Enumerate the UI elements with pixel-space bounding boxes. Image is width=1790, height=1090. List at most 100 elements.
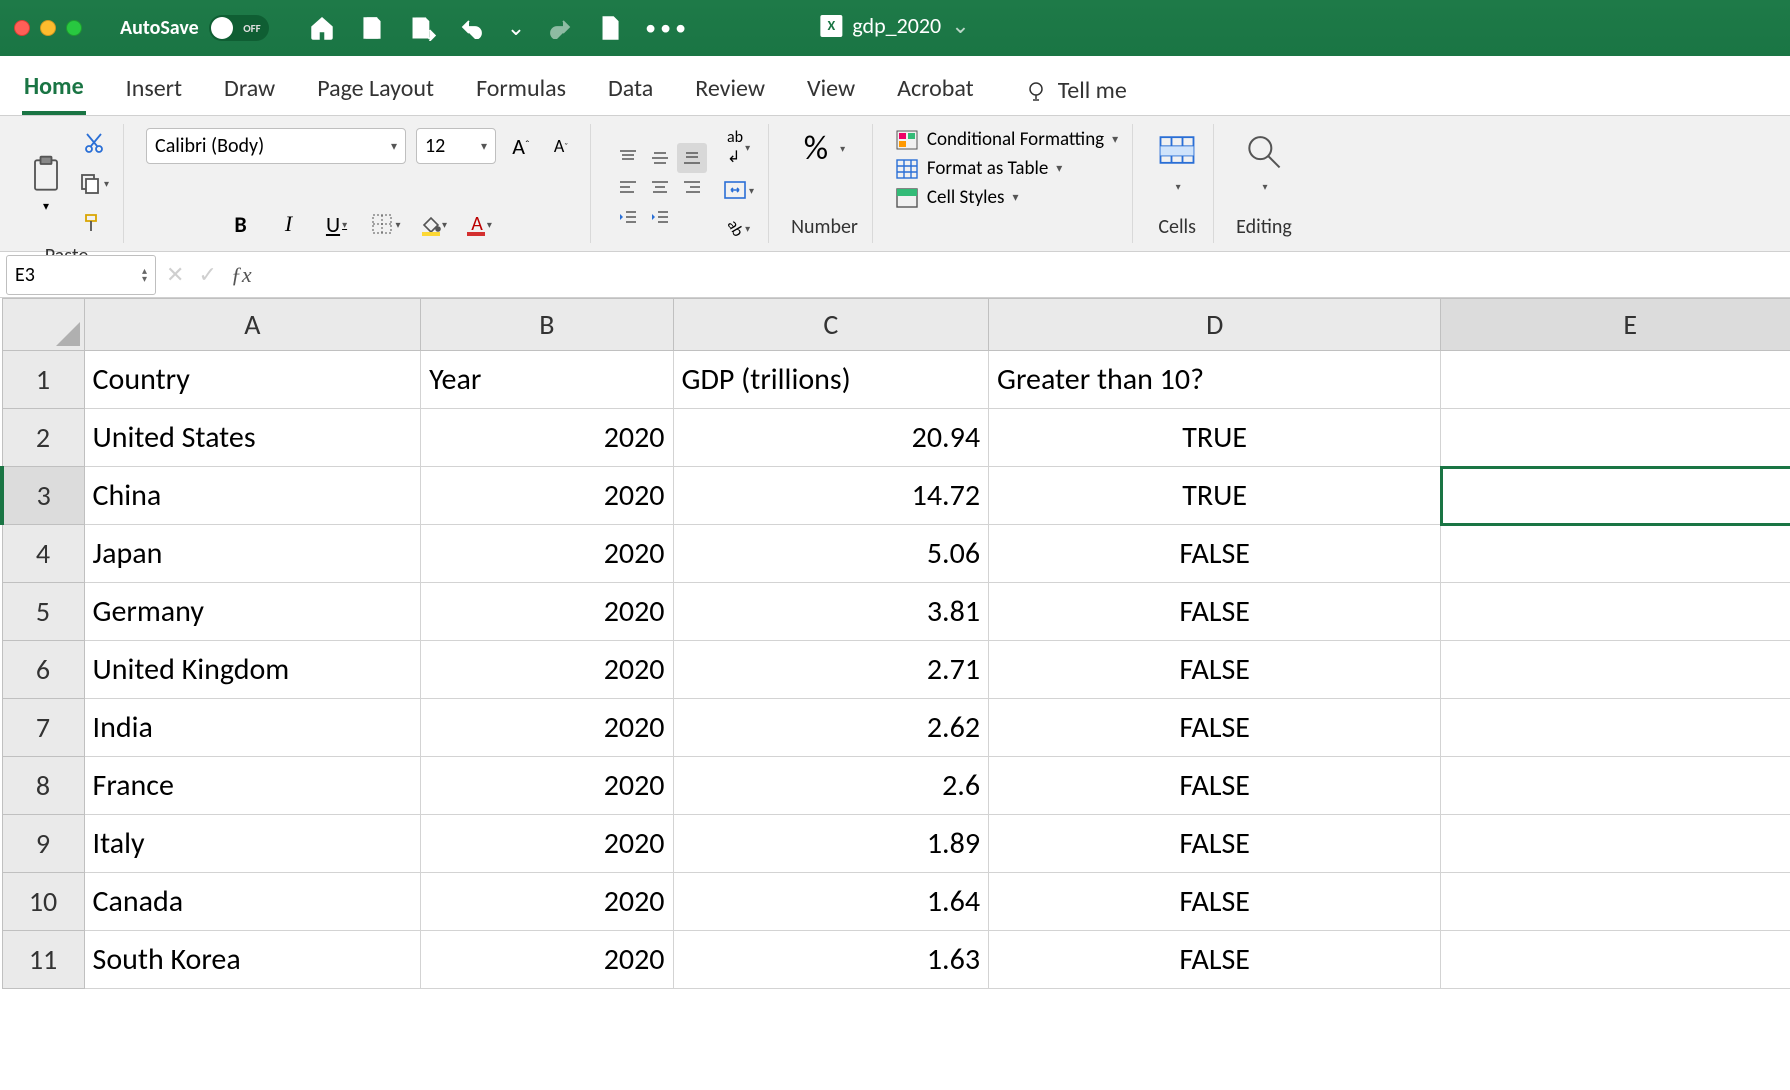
decrease-indent-icon[interactable] bbox=[613, 203, 643, 233]
cell-A3[interactable]: China bbox=[84, 467, 421, 525]
orientation-button[interactable]: ab▾ bbox=[723, 213, 754, 243]
cells-dropdown-icon[interactable]: ▾ bbox=[1176, 180, 1181, 193]
wrap-text-button[interactable]: ab↲▾ bbox=[723, 128, 754, 167]
bold-button[interactable]: B bbox=[226, 209, 256, 239]
worksheet-grid[interactable]: A B C D E 1 Country Year GDP (trillions)… bbox=[0, 298, 1790, 1090]
borders-button[interactable]: ▾ bbox=[370, 209, 401, 239]
formula-enter-icon[interactable]: ✓ bbox=[198, 261, 216, 288]
cell-E5[interactable] bbox=[1441, 583, 1790, 641]
tell-me-search[interactable]: Tell me bbox=[1024, 76, 1127, 105]
cell-C3[interactable]: 14.72 bbox=[673, 467, 989, 525]
tab-draw[interactable]: Draw bbox=[222, 68, 277, 113]
cell-D2[interactable]: TRUE bbox=[989, 409, 1441, 467]
editing-find-button[interactable] bbox=[1242, 128, 1286, 172]
cell-A4[interactable]: Japan bbox=[84, 525, 421, 583]
cell-E6[interactable] bbox=[1441, 641, 1790, 699]
align-middle-icon[interactable] bbox=[645, 143, 675, 173]
tab-insert[interactable]: Insert bbox=[124, 68, 184, 113]
redo-icon[interactable] bbox=[545, 13, 575, 43]
cell-B2[interactable]: 2020 bbox=[421, 409, 673, 467]
column-header-C[interactable]: C bbox=[673, 299, 989, 351]
cell-D7[interactable]: FALSE bbox=[989, 699, 1441, 757]
align-right-icon[interactable] bbox=[677, 173, 707, 203]
column-header-E[interactable]: E bbox=[1441, 299, 1790, 351]
cell-E9[interactable] bbox=[1441, 815, 1790, 873]
name-box[interactable]: E3 ▴▾ bbox=[6, 255, 156, 295]
tab-acrobat[interactable]: Acrobat bbox=[895, 68, 976, 113]
cell-E7[interactable] bbox=[1441, 699, 1790, 757]
formula-input[interactable] bbox=[252, 255, 1790, 295]
percent-style-button[interactable]: % bbox=[804, 128, 828, 169]
cell-E11[interactable] bbox=[1441, 931, 1790, 989]
font-name-selector[interactable]: Calibri (Body) ▾ bbox=[146, 128, 406, 164]
format-as-table-button[interactable]: Format as Table ▾ bbox=[895, 157, 1118, 180]
cut-icon[interactable] bbox=[78, 128, 109, 158]
align-top-icon[interactable] bbox=[613, 143, 643, 173]
cell-B9[interactable]: 2020 bbox=[421, 815, 673, 873]
cell-A2[interactable]: United States bbox=[84, 409, 421, 467]
cell-C11[interactable]: 1.63 bbox=[673, 931, 989, 989]
align-bottom-icon[interactable] bbox=[677, 143, 707, 173]
cell-D9[interactable]: FALSE bbox=[989, 815, 1441, 873]
cells-insert-button[interactable] bbox=[1155, 128, 1199, 172]
row-header-10[interactable]: 10 bbox=[2, 873, 84, 931]
row-header-5[interactable]: 5 bbox=[2, 583, 84, 641]
cell-B6[interactable]: 2020 bbox=[421, 641, 673, 699]
cell-B1[interactable]: Year bbox=[421, 351, 673, 409]
cell-D11[interactable]: FALSE bbox=[989, 931, 1441, 989]
row-header-6[interactable]: 6 bbox=[2, 641, 84, 699]
underline-button[interactable]: U▾ bbox=[322, 209, 352, 239]
row-header-8[interactable]: 8 bbox=[2, 757, 84, 815]
cell-E8[interactable] bbox=[1441, 757, 1790, 815]
cell-A6[interactable]: United Kingdom bbox=[84, 641, 421, 699]
conditional-formatting-button[interactable]: Conditional Formatting ▾ bbox=[895, 128, 1118, 151]
increase-indent-icon[interactable] bbox=[645, 203, 675, 233]
cell-A5[interactable]: Germany bbox=[84, 583, 421, 641]
cell-D1[interactable]: Greater than 10? bbox=[989, 351, 1441, 409]
cell-A7[interactable]: India bbox=[84, 699, 421, 757]
cell-C8[interactable]: 2.6 bbox=[673, 757, 989, 815]
cell-E10[interactable] bbox=[1441, 873, 1790, 931]
cell-C9[interactable]: 1.89 bbox=[673, 815, 989, 873]
column-header-B[interactable]: B bbox=[421, 299, 673, 351]
cell-B5[interactable]: 2020 bbox=[421, 583, 673, 641]
font-size-selector[interactable]: 12 ▾ bbox=[416, 128, 496, 164]
row-header-4[interactable]: 4 bbox=[2, 525, 84, 583]
tab-formulas[interactable]: Formulas bbox=[474, 68, 568, 113]
cell-C1[interactable]: GDP (trillions) bbox=[673, 351, 989, 409]
copy-icon[interactable]: ▾ bbox=[78, 168, 109, 198]
new-file-icon[interactable] bbox=[595, 13, 625, 43]
cell-E1[interactable] bbox=[1441, 351, 1790, 409]
more-commands-icon[interactable]: ••• bbox=[645, 17, 690, 39]
cell-E3[interactable] bbox=[1441, 467, 1790, 525]
tab-review[interactable]: Review bbox=[693, 68, 767, 113]
cell-A8[interactable]: France bbox=[84, 757, 421, 815]
cell-A9[interactable]: Italy bbox=[84, 815, 421, 873]
fill-color-button[interactable]: ▾ bbox=[419, 209, 449, 239]
cell-E4[interactable] bbox=[1441, 525, 1790, 583]
save-icon[interactable] bbox=[357, 13, 387, 43]
column-header-A[interactable]: A bbox=[84, 299, 421, 351]
font-color-button[interactable]: A ▾ bbox=[467, 209, 497, 239]
column-header-D[interactable]: D bbox=[989, 299, 1441, 351]
cell-B3[interactable]: 2020 bbox=[421, 467, 673, 525]
tab-data[interactable]: Data bbox=[606, 68, 655, 113]
tab-view[interactable]: View bbox=[805, 68, 857, 113]
cell-A11[interactable]: South Korea bbox=[84, 931, 421, 989]
cell-styles-button[interactable]: Cell Styles ▾ bbox=[895, 186, 1118, 209]
row-header-9[interactable]: 9 bbox=[2, 815, 84, 873]
home-icon[interactable] bbox=[307, 13, 337, 43]
fullscreen-window-button[interactable] bbox=[66, 20, 82, 36]
cell-C2[interactable]: 20.94 bbox=[673, 409, 989, 467]
decrease-font-size-icon[interactable]: Aˇ bbox=[546, 131, 576, 161]
merge-cells-button[interactable]: ▾ bbox=[723, 175, 754, 205]
row-header-1[interactable]: 1 bbox=[2, 351, 84, 409]
formula-cancel-icon[interactable]: ✕ bbox=[166, 261, 184, 288]
align-left-icon[interactable] bbox=[613, 173, 643, 203]
cell-C5[interactable]: 3.81 bbox=[673, 583, 989, 641]
autosave-control[interactable]: AutoSave OFF bbox=[120, 15, 269, 41]
tab-home[interactable]: Home bbox=[22, 66, 86, 115]
fx-icon[interactable]: ƒx bbox=[231, 262, 252, 288]
title-dropdown-icon[interactable]: ⌄ bbox=[951, 15, 969, 37]
cell-B10[interactable]: 2020 bbox=[421, 873, 673, 931]
